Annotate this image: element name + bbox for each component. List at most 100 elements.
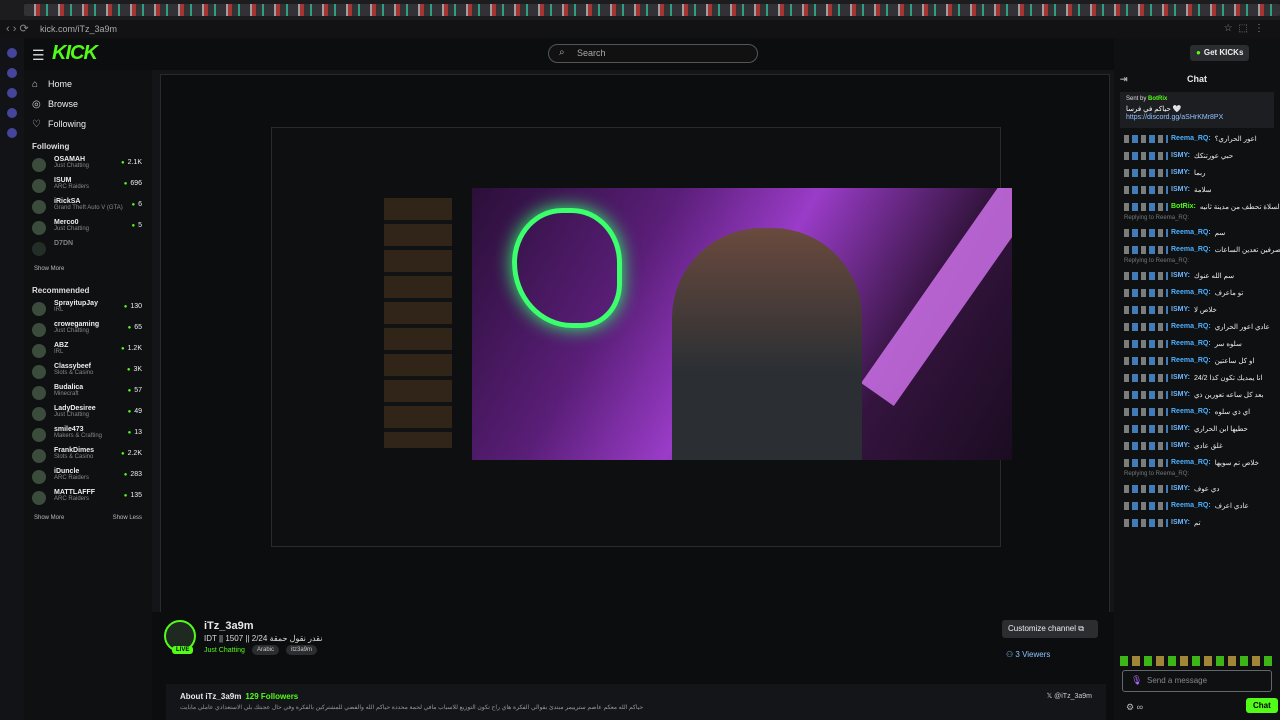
chat-username[interactable]: ISMY:: [1171, 485, 1190, 492]
chat-username[interactable]: Reema_RQ:: [1171, 340, 1211, 347]
chat-message[interactable]: Reema_RQ: سم: [1114, 224, 1280, 241]
chat-username[interactable]: ISMY:: [1171, 391, 1190, 398]
search-input[interactable]: ⌕ Search: [548, 44, 758, 63]
stream-category[interactable]: Just Chatting: [204, 647, 245, 654]
chat-username[interactable]: Reema_RQ:: [1171, 135, 1211, 142]
chat-username[interactable]: ISMY:: [1171, 519, 1190, 526]
recommended-channel[interactable]: SprayitupJayIRL130: [24, 299, 152, 320]
recommended-channel[interactable]: ABZIRL1.2K: [24, 341, 152, 362]
chat-text: حبي عورتنكك: [1193, 152, 1234, 160]
recommended-channel[interactable]: BudalicaMinecraft57: [24, 383, 152, 404]
chat-message[interactable]: ISMY: خلاص لا: [1114, 301, 1280, 318]
customize-channel-button[interactable]: Customize channel ⧉: [1002, 620, 1098, 638]
emote-bar[interactable]: [1120, 656, 1276, 666]
recommended-channel[interactable]: LadyDesireeJust Chatting49: [24, 404, 152, 425]
chat-username[interactable]: Reema_RQ:: [1171, 323, 1211, 330]
chat-username[interactable]: Reema_RQ:: [1171, 459, 1211, 466]
chat-message[interactable]: Reema_RQ: اعور الحراري؟: [1114, 130, 1280, 147]
rail-icon[interactable]: [7, 108, 17, 118]
recommended-channel[interactable]: smile473Makers & Crafting13: [24, 425, 152, 446]
chat-message[interactable]: Reema_RQ: خلاص تم سويها: [1114, 454, 1280, 471]
chat-username[interactable]: ISMY:: [1171, 272, 1190, 279]
chat-message[interactable]: BotRix: السلاة تحطف من مدينة ثانيه: [1114, 198, 1280, 215]
chat-message[interactable]: ISMY: دي عوف: [1114, 480, 1280, 497]
chat-message[interactable]: ISMY: سم الله عنوك: [1114, 267, 1280, 284]
chat-send-button[interactable]: Chat: [1246, 698, 1278, 713]
browser-tabs[interactable]: [24, 4, 1280, 16]
chat-username[interactable]: ISMY:: [1171, 425, 1190, 432]
kick-logo[interactable]: KICK: [52, 42, 98, 65]
rail-icon[interactable]: [7, 68, 17, 78]
chat-message[interactable]: Reema_RQ: سلوه سر: [1114, 335, 1280, 352]
chat-username[interactable]: Reema_RQ:: [1171, 408, 1211, 415]
chat-message[interactable]: ISMY: بعد كل ساعه تعورين ذي: [1114, 386, 1280, 403]
recommended-channel[interactable]: FrankDimesSlots & Casino2.2K: [24, 446, 152, 467]
get-kicks-button[interactable]: Get KICKs: [1190, 45, 1250, 61]
chat-message[interactable]: Reema_RQ: عادي اعرف: [1114, 497, 1280, 514]
recommended-channel[interactable]: MATTLAFFFARC Raiders135: [24, 488, 152, 509]
chat-message[interactable]: Reema_RQ: تو ماعرف: [1114, 284, 1280, 301]
url-text[interactable]: kick.com/iTz_3a9m: [40, 24, 117, 34]
chat-text: تو ماعرف: [1214, 289, 1244, 297]
chat-input[interactable]: 🎙 Send a message: [1122, 670, 1272, 692]
pinned-message[interactable]: Sent by BotRix حياكم في فرسا 🤍 https://d…: [1120, 92, 1274, 128]
streamer-name[interactable]: iTz_3a9m: [204, 620, 254, 632]
chat-message[interactable]: ISMY: غلق عادي: [1114, 437, 1280, 454]
following-show-more[interactable]: Show More: [24, 260, 152, 278]
show-more-label[interactable]: Show More: [34, 266, 64, 272]
chat-username[interactable]: BotRix:: [1171, 203, 1196, 210]
chat-message[interactable]: Reema_RQ: اي ذي سلوه: [1114, 403, 1280, 420]
stream-tag[interactable]: itz3a9m: [286, 645, 318, 655]
menu-icon[interactable]: ☰: [32, 47, 45, 64]
following-channel[interactable]: ISUMARC Raiders696: [24, 176, 152, 197]
recommended-channel[interactable]: iDuncleARC Raiders283: [24, 467, 152, 488]
chat-settings-icon[interactable]: ⚙ ∞: [1126, 702, 1143, 713]
nav-arrows-icon[interactable]: ‹ › ⟳: [6, 22, 29, 35]
chat-username[interactable]: ISMY:: [1171, 442, 1190, 449]
recommended-channel[interactable]: crowegamingJust Chatting65: [24, 320, 152, 341]
chat-username[interactable]: ISMY:: [1171, 186, 1190, 193]
x-link[interactable]: 𝕏 @iTz_3a9m: [1047, 692, 1092, 700]
nav-browse[interactable]: ◎ Browse: [24, 94, 152, 114]
chat-message[interactable]: ISMY: ربما: [1114, 164, 1280, 181]
chat-message[interactable]: ISMY: انا يمديك تكون كذا 24/2: [1114, 369, 1280, 386]
browser-side-rail: [0, 38, 24, 720]
show-more-label[interactable]: Show More: [34, 515, 64, 521]
mic-icon[interactable]: 🎙: [1131, 675, 1142, 686]
chat-message[interactable]: Reema_RQ: او كل ساعتين: [1114, 352, 1280, 369]
chat-username[interactable]: ISMY:: [1171, 152, 1190, 159]
nav-home[interactable]: ⌂ Home: [24, 74, 152, 94]
stream-tag[interactable]: Arabic: [252, 645, 280, 655]
chat-username[interactable]: ISMY:: [1171, 169, 1190, 176]
following-channel[interactable]: Merco0Just Chatting5: [24, 218, 152, 239]
rail-icon[interactable]: [7, 88, 17, 98]
viewer-count: 13: [128, 429, 142, 436]
pinned-link[interactable]: https://discord.gg/aSHrKMr8PX: [1126, 114, 1268, 121]
following-channel-offline[interactable]: D7DN: [24, 239, 152, 260]
chat-username[interactable]: Reema_RQ:: [1171, 357, 1211, 364]
chat-username[interactable]: Reema_RQ:: [1171, 502, 1211, 509]
chat-username[interactable]: ISMY:: [1171, 374, 1190, 381]
chat-message[interactable]: ISMY: حبي عورتنكك: [1114, 147, 1280, 164]
chat-username[interactable]: ISMY:: [1171, 306, 1190, 313]
extensions-icon[interactable]: ☆⬚⋮: [1224, 23, 1270, 34]
chat-message[interactable]: Reema_RQ: صرفين تعدين الساعات: [1114, 241, 1280, 258]
nav-following[interactable]: ♡ Following: [24, 114, 152, 134]
chat-message[interactable]: ISMY: حطيها ابن الحراري: [1114, 420, 1280, 437]
chat-username[interactable]: Reema_RQ:: [1171, 246, 1211, 253]
rail-icon[interactable]: [7, 48, 17, 58]
rail-icon[interactable]: [7, 128, 17, 138]
user-badges-icon: [1124, 441, 1168, 450]
following-channel[interactable]: iRickSAGrand Theft Auto V (GTA)6: [24, 197, 152, 218]
chat-message[interactable]: Reema_RQ: عادي اعور الحراري: [1114, 318, 1280, 335]
video-player[interactable]: [472, 188, 1012, 460]
recommended-channel[interactable]: ClassybeefSlots & Casino3K: [24, 362, 152, 383]
chat-message[interactable]: ISMY: سلامة: [1114, 181, 1280, 198]
chat-message[interactable]: ISMY: تم: [1114, 514, 1280, 531]
show-less-label[interactable]: Show Less: [113, 515, 142, 521]
chat-username[interactable]: Reema_RQ:: [1171, 229, 1211, 236]
browser-url-bar[interactable]: ‹ › ⟳ kick.com/iTz_3a9m ☆⬚⋮: [0, 20, 1280, 38]
collapse-chat-icon[interactable]: ⇥: [1120, 74, 1128, 85]
following-channel[interactable]: OSAMAHJust Chatting2.1K: [24, 155, 152, 176]
chat-username[interactable]: Reema_RQ:: [1171, 289, 1211, 296]
